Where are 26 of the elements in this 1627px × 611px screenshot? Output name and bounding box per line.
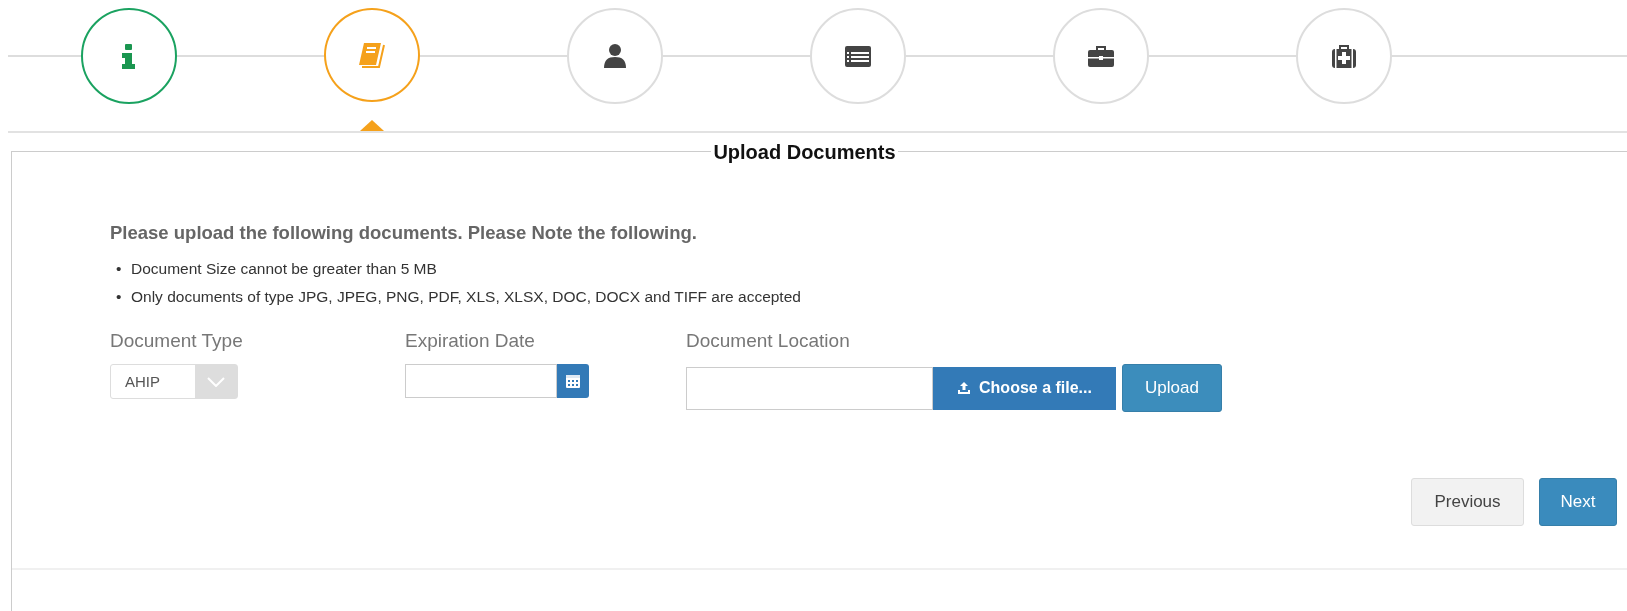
chevron-icon (195, 365, 237, 398)
person-icon (603, 44, 626, 68)
medical-kit-icon (1331, 44, 1356, 68)
field-label: Document Location (686, 330, 851, 352)
instructions-heading: Please upload the following documents. Please Note the following. (110, 222, 698, 244)
briefcase-icon (1087, 45, 1114, 67)
list-icon (844, 45, 871, 67)
document-type-dropdown[interactable]: AHIP (110, 364, 238, 399)
previous-button[interactable]: Previous (1411, 478, 1524, 526)
book-icon (358, 42, 385, 68)
calendar-button[interactable] (557, 364, 589, 398)
choose-file-button[interactable]: Choose a file... (933, 366, 1116, 410)
note-text: Document Size cannot be greater than 5 MB (131, 260, 437, 278)
section-title: Upload Documents (711, 141, 898, 164)
file-path-field[interactable] (686, 366, 933, 410)
field-label: Expiration Date (405, 330, 536, 352)
next-button[interactable]: Next (1539, 478, 1617, 526)
note-text: Only documents of type JPG, JPEG, PNG, PDF, XLS, XLSX, DOC, DOCX and TIFF are accepted (131, 288, 801, 306)
field-label: Document Type (110, 330, 244, 352)
upload-button[interactable]: Upload (1122, 364, 1222, 412)
info-icon (122, 43, 135, 69)
calendar-icon (566, 374, 580, 388)
list-bullet: • (116, 260, 123, 278)
date-field[interactable] (405, 364, 557, 398)
upload-icon (957, 381, 972, 395)
list-bullet: • (116, 288, 123, 306)
